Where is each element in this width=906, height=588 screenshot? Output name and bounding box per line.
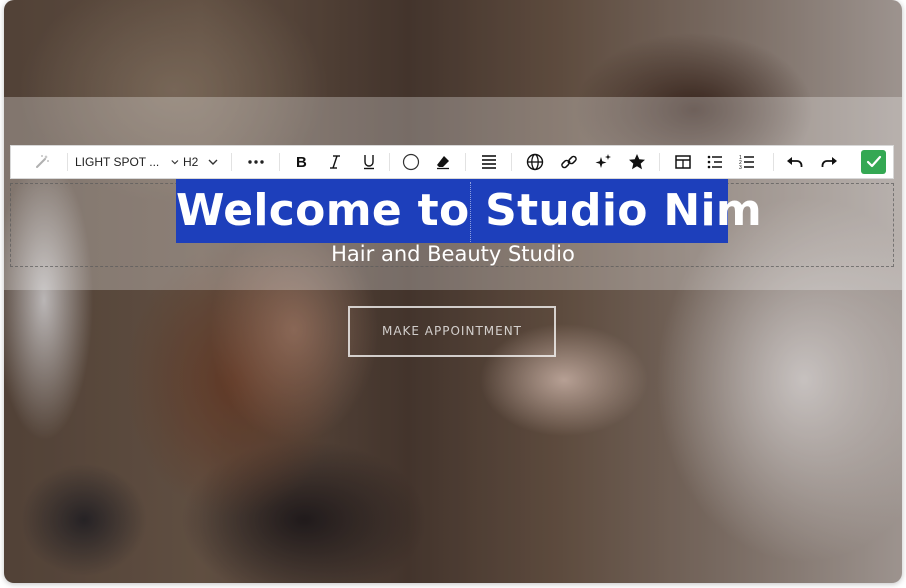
toolbar-divider	[67, 153, 68, 171]
toolbar-divider	[279, 153, 280, 171]
globe-icon[interactable]	[521, 146, 549, 178]
selection-divider	[470, 182, 471, 242]
svg-text:3: 3	[739, 165, 742, 170]
numbered-list-icon[interactable]: 123	[733, 146, 761, 178]
hero-overlay	[4, 0, 902, 583]
page-subtitle[interactable]: Hair and Beauty Studio	[4, 240, 902, 268]
clear-format-icon[interactable]	[429, 146, 457, 178]
toolbar-divider	[511, 153, 512, 171]
chevron-down-icon	[171, 160, 179, 165]
star-icon[interactable]	[623, 146, 651, 178]
make-appointment-button[interactable]: MAKE APPOINTMENT	[348, 306, 556, 357]
ai-sparkle-icon[interactable]	[589, 146, 617, 178]
bullet-list-icon[interactable]	[701, 146, 729, 178]
toolbar-divider	[659, 153, 660, 171]
checkmark-icon	[866, 155, 881, 168]
toolbar-divider	[465, 153, 466, 171]
confirm-button[interactable]	[861, 150, 886, 174]
magic-wand-icon[interactable]	[27, 146, 57, 178]
redo-icon[interactable]	[815, 146, 843, 178]
svg-text:B: B	[296, 154, 307, 170]
font-style-dropdown[interactable]: LIGHT SPOT ...	[75, 146, 179, 178]
toolbar-divider	[389, 153, 390, 171]
italic-icon[interactable]	[321, 146, 349, 178]
heading-level-label: H2	[183, 155, 199, 169]
underline-icon[interactable]	[355, 146, 383, 178]
heading-level-dropdown[interactable]: H2	[183, 146, 223, 178]
more-options-icon[interactable]	[241, 146, 271, 178]
text-color-icon[interactable]	[397, 146, 425, 178]
undo-icon[interactable]	[781, 146, 809, 178]
page-title[interactable]: Welcome to Studio Nim	[176, 179, 762, 243]
toolbar-divider	[231, 153, 232, 171]
font-style-label: LIGHT SPOT ...	[75, 155, 160, 169]
editor-canvas: Welcome to Studio Nim Hair and Beauty St…	[4, 0, 902, 583]
chevron-down-icon	[208, 159, 218, 165]
link-icon[interactable]	[555, 146, 583, 178]
align-icon[interactable]	[475, 146, 503, 178]
toolbar-divider	[773, 153, 774, 171]
bold-icon[interactable]: B	[287, 146, 315, 178]
text-editor-toolbar: LIGHT SPOT ... H2 B 1 2 3	[10, 145, 894, 179]
table-icon[interactable]	[669, 146, 697, 178]
